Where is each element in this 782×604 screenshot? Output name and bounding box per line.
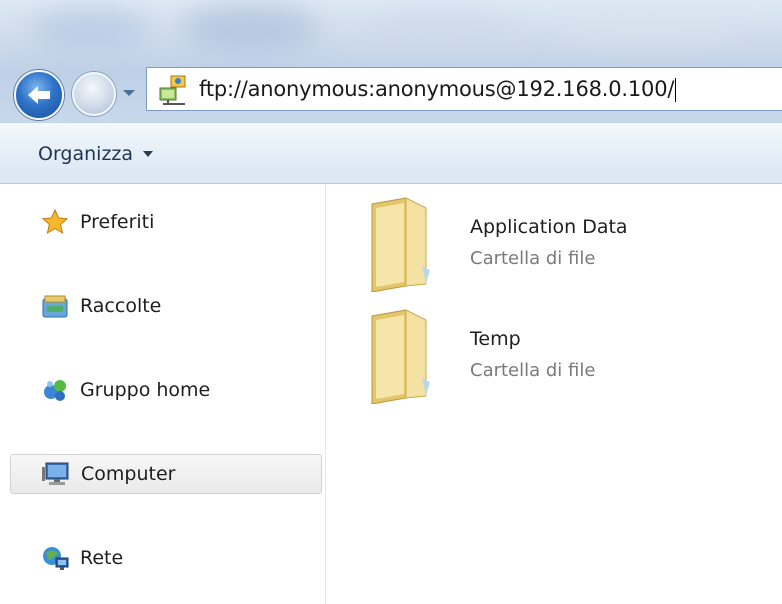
file-item-application-data[interactable]: Application Data Cartella di file — [366, 196, 766, 296]
file-type: Cartella di file — [470, 248, 596, 269]
folder-icon — [371, 197, 430, 292]
back-button[interactable] — [14, 70, 64, 120]
nav-item-raccolte[interactable]: Raccolte — [10, 286, 322, 326]
file-name: Temp — [470, 328, 521, 350]
nav-item-gruppo-home[interactable]: Gruppo home — [10, 370, 322, 410]
nav-item-label: Preferiti — [80, 211, 155, 233]
back-arrow-icon — [28, 86, 50, 104]
star-icon — [40, 207, 70, 237]
recent-pages-button[interactable] — [118, 82, 140, 104]
chevron-down-icon — [143, 151, 154, 157]
file-item-temp[interactable]: Temp Cartella di file — [366, 308, 766, 408]
forward-button[interactable] — [72, 72, 116, 116]
file-list: Application Data Cartella di file Temp C… — [326, 184, 782, 604]
title-bar: ftp://anonymous:anonymous@192.168.0.100/ — [0, 0, 782, 122]
chevron-down-icon — [123, 90, 135, 96]
navigation-pane: Preferiti Raccolte Gruppo home Computer … — [0, 184, 326, 604]
nav-item-rete[interactable]: Rete — [10, 538, 322, 578]
nav-item-computer[interactable]: Computer — [10, 454, 322, 494]
nav-item-label: Gruppo home — [80, 379, 211, 401]
computer-icon — [41, 459, 71, 489]
folder-icon — [371, 309, 430, 404]
nav-item-label: Raccolte — [80, 295, 162, 317]
nav-item-label: Computer — [81, 463, 176, 485]
network-icon — [40, 543, 70, 573]
nav-item-preferiti[interactable]: Preferiti — [10, 202, 322, 242]
organize-label: Organizza — [38, 143, 134, 165]
file-name: Application Data — [470, 216, 628, 238]
homegroup-icon — [40, 375, 70, 405]
command-bar: Organizza — [0, 122, 782, 184]
libraries-icon — [40, 291, 70, 321]
text-caret — [675, 77, 677, 102]
organize-button[interactable]: Organizza — [38, 139, 154, 169]
address-bar[interactable]: ftp://anonymous:anonymous@192.168.0.100/ — [146, 67, 782, 111]
network-location-icon — [159, 75, 186, 105]
file-type: Cartella di file — [470, 360, 596, 381]
address-input[interactable]: ftp://anonymous:anonymous@192.168.0.100/ — [199, 77, 677, 102]
nav-item-label: Rete — [80, 547, 124, 569]
